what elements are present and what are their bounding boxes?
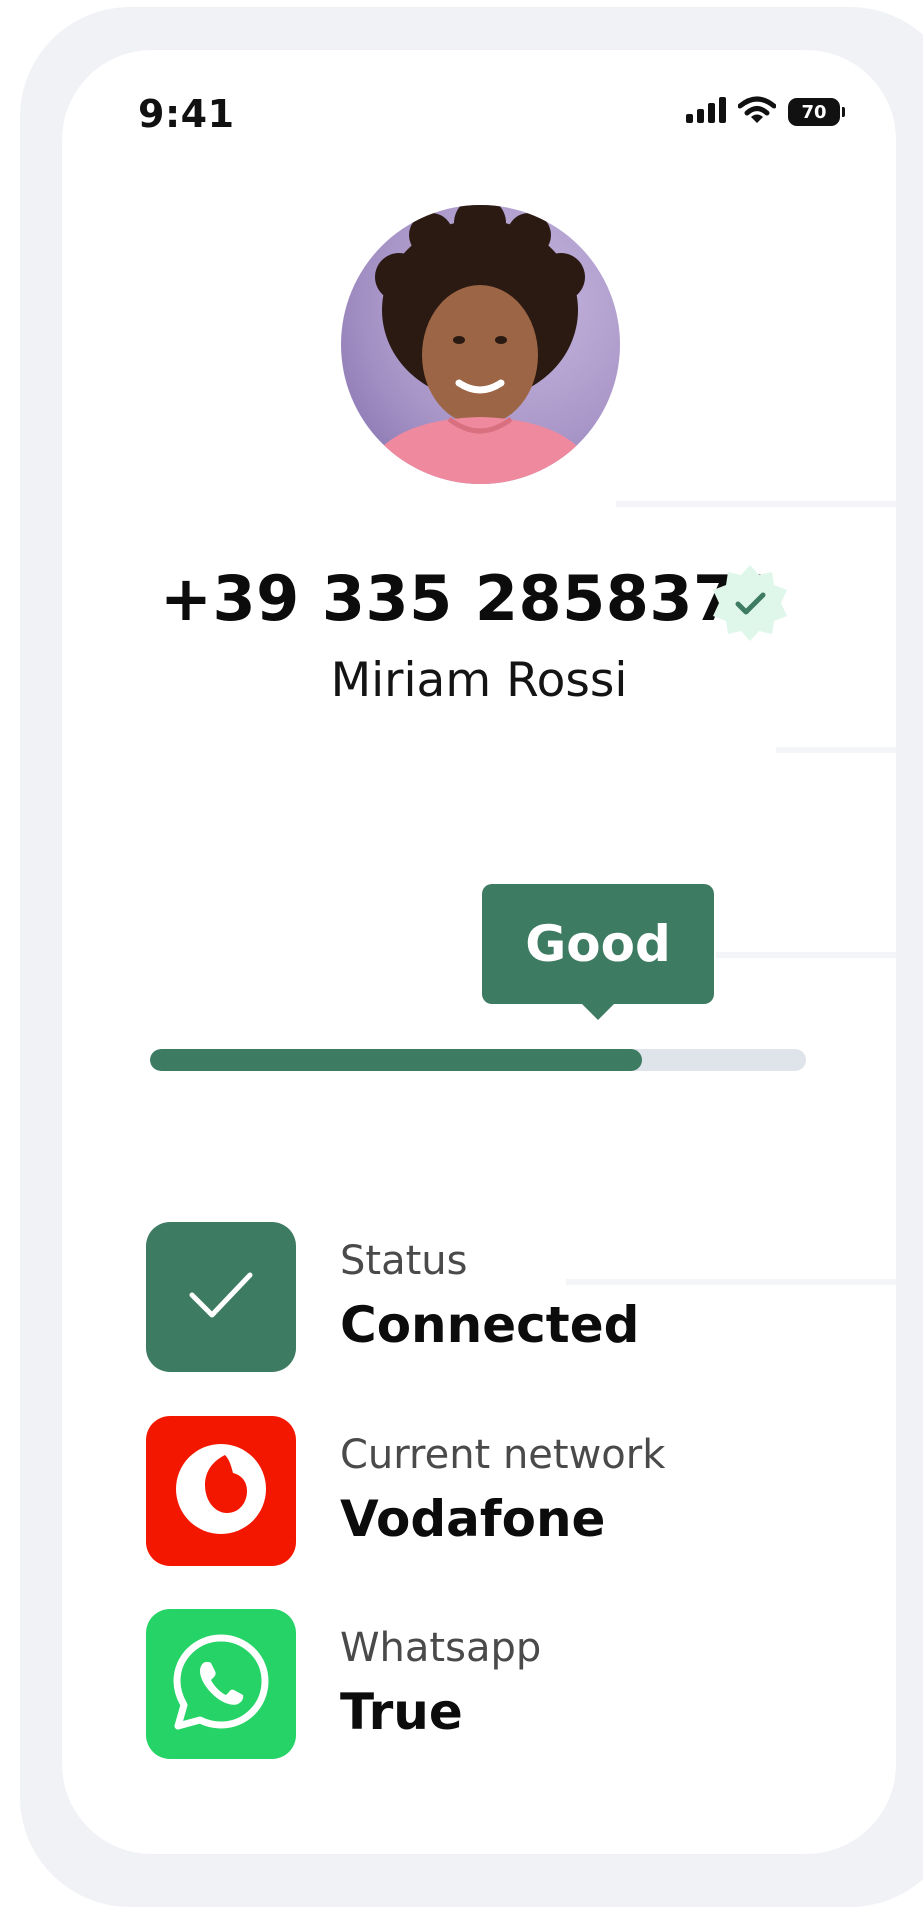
network-row: Current network Vodafone xyxy=(146,1416,846,1566)
verified-badge-icon xyxy=(710,563,790,643)
quality-tooltip: Good xyxy=(482,884,714,1020)
quality-progress-fill xyxy=(150,1049,642,1071)
cellular-signal-icon xyxy=(686,97,726,127)
status-row: Status Connected xyxy=(146,1222,846,1372)
whatsapp-label: Whatsapp xyxy=(340,1625,542,1671)
decorative-line xyxy=(616,501,896,507)
phone-screen: 9:41 70 +39 335 2858371 Miriam Rossi Goo… xyxy=(62,50,896,1854)
whatsapp-logo-icon xyxy=(169,1630,273,1738)
status-tile xyxy=(146,1222,296,1372)
vodafone-logo-icon xyxy=(173,1441,269,1541)
status-bar-icons: 70 xyxy=(686,96,845,128)
wifi-icon xyxy=(737,96,777,128)
network-value: Vodafone xyxy=(340,1490,606,1548)
status-label: Status xyxy=(340,1238,468,1284)
decorative-line xyxy=(716,952,896,958)
whatsapp-tile xyxy=(146,1609,296,1759)
quality-label: Good xyxy=(525,915,671,973)
quality-progress-bar xyxy=(150,1049,806,1071)
network-label: Current network xyxy=(340,1432,666,1478)
status-bar-time: 9:41 xyxy=(138,92,235,136)
whatsapp-value: True xyxy=(340,1683,463,1741)
decorative-line xyxy=(776,747,896,753)
network-tile xyxy=(146,1416,296,1566)
contact-name: Miriam Rossi xyxy=(330,653,628,708)
phone-number: +39 335 2858371 xyxy=(160,562,781,635)
whatsapp-row: Whatsapp True xyxy=(146,1609,846,1759)
avatar xyxy=(341,205,620,484)
check-icon xyxy=(186,1267,256,1327)
battery-icon: 70 xyxy=(788,98,845,126)
status-value: Connected xyxy=(340,1296,640,1354)
